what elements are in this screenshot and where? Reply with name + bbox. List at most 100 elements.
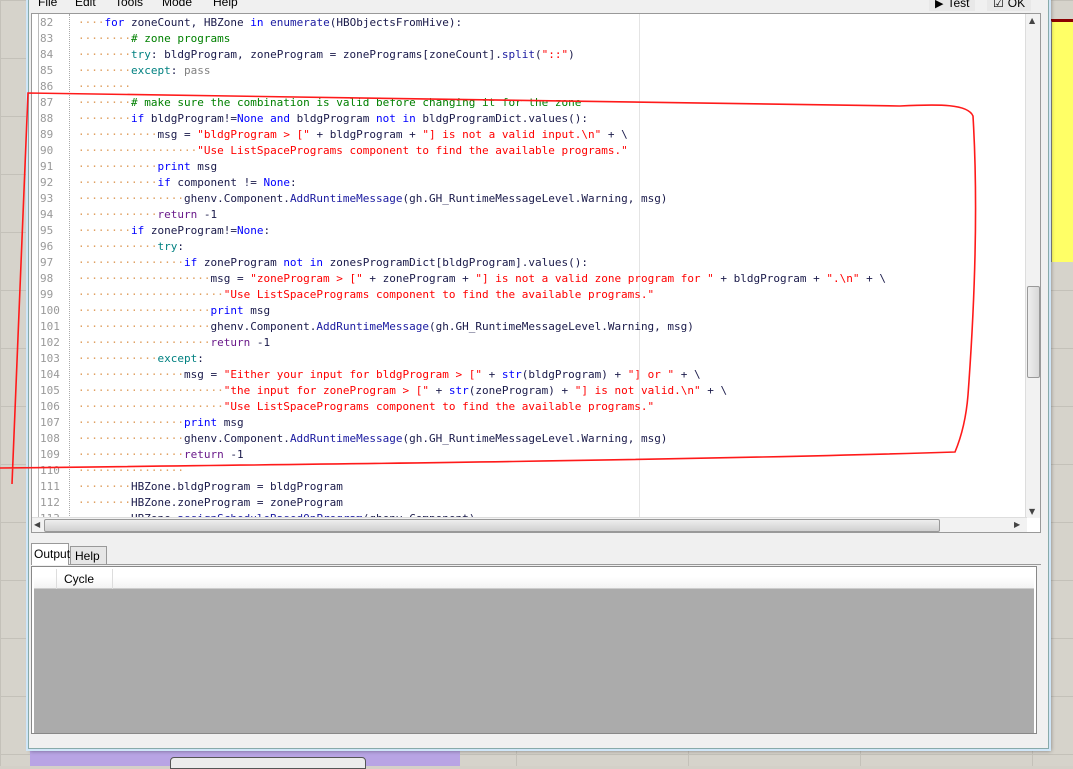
line-number: 97 <box>40 256 54 269</box>
indent-guide: ·················· <box>78 144 198 157</box>
canvas-component[interactable] <box>170 757 366 769</box>
line-number: 101 <box>40 320 60 333</box>
code-token: msg = <box>183 368 224 381</box>
code-token: + bldgProgram + <box>309 128 423 141</box>
code-line[interactable]: 95 ········if zoneProgram!=None: <box>32 223 1027 239</box>
code-editor[interactable]: 82 ····for zoneCount, HBZone in enumerate… <box>31 13 1041 533</box>
code-text: ······················"Use ListSpaceProg… <box>78 287 654 303</box>
line-number: 108 <box>40 432 60 445</box>
code-token: ( <box>534 48 542 61</box>
line-number: 111 <box>40 480 60 493</box>
code-line[interactable]: 99 ······················"Use ListSpacePr… <box>32 287 1027 303</box>
code-token: bldgProgram!= <box>144 112 237 125</box>
code-text: ········if zoneProgram!=None: <box>78 223 270 239</box>
code-line[interactable]: 92 ············if component != None: <box>32 175 1027 191</box>
code-line[interactable]: 83 ········# zone programs <box>32 31 1027 47</box>
code-text: ··················"Use ListSpacePrograms… <box>78 143 628 159</box>
line-number: 96 <box>40 240 54 253</box>
code-line[interactable]: 105 ······················"the input for … <box>32 383 1027 399</box>
code-token: + <box>429 384 449 397</box>
code-token: if <box>130 112 145 125</box>
code-line[interactable]: 84 ········try: bldgProgram, zoneProgram … <box>32 47 1027 63</box>
code-line[interactable]: 94 ············return -1 <box>32 207 1027 223</box>
code-token: # zone programs <box>130 32 231 45</box>
menu-file[interactable]: File <box>38 0 57 9</box>
horizontal-scrollbar[interactable]: ◀ ▶ <box>32 517 1027 532</box>
code-line[interactable]: 87 ········# make sure the combination is… <box>32 95 1027 111</box>
code-line[interactable]: 88 ········if bldgProgram!=None and bldgP… <box>32 111 1027 127</box>
indent-guide: ···················· <box>78 336 211 349</box>
code-line[interactable]: 112 ········HBZone.zoneProgram = zoneProg… <box>32 495 1027 511</box>
code-lines[interactable]: 82 ····for zoneCount, HBZone in enumerate… <box>32 15 1027 518</box>
vertical-scroll-thumb[interactable] <box>1027 286 1040 378</box>
line-number: 88 <box>40 112 54 125</box>
code-token: print <box>183 416 218 429</box>
scroll-right-icon[interactable]: ▶ <box>1014 520 1020 529</box>
code-token: : <box>263 224 271 237</box>
test-button[interactable]: ▶ Test <box>929 0 976 11</box>
code-text: ········HBZone.zoneProgram = zoneProgram <box>78 495 343 511</box>
code-token: except <box>130 64 171 77</box>
column-header-cycle[interactable]: Cycle <box>57 569 113 589</box>
code-token: + zoneProgram + <box>362 272 476 285</box>
code-token: print <box>157 160 191 173</box>
code-text: ········# zone programs <box>78 31 230 47</box>
code-line[interactable]: 86 ········ <box>32 79 1027 95</box>
code-line[interactable]: 82 ····for zoneCount, HBZone in enumerate… <box>32 15 1027 31</box>
code-line[interactable]: 98 ····················msg = "zoneProgram… <box>32 271 1027 287</box>
bottom-tabs: Output Help <box>31 543 1041 565</box>
tab-help[interactable]: Help <box>70 546 107 565</box>
code-line[interactable]: 102 ····················return -1 <box>32 335 1027 351</box>
code-line[interactable]: 110 ················ <box>32 463 1027 479</box>
line-number: 89 <box>40 128 54 141</box>
code-text: ················ghenv.Component.AddRunti… <box>78 191 667 207</box>
line-number: 93 <box>40 192 54 205</box>
menu-tools[interactable]: Tools <box>115 0 143 9</box>
indent-guide: ················ <box>78 432 184 445</box>
code-text: ····for zoneCount, HBZone in enumerate(H… <box>78 15 462 31</box>
code-token: return <box>157 208 198 221</box>
code-line[interactable]: 111 ········HBZone.bldgProgram = bldgProg… <box>32 479 1027 495</box>
code-line[interactable]: 103 ············except: <box>32 351 1027 367</box>
menu-edit[interactable]: Edit <box>75 0 96 9</box>
line-number: 84 <box>40 48 54 61</box>
canvas-component-panel[interactable] <box>1050 19 1073 262</box>
scroll-left-icon[interactable]: ◀ <box>34 520 40 529</box>
scroll-down-icon[interactable]: ▼ <box>1029 507 1035 516</box>
line-number: 83 <box>40 32 54 45</box>
code-token: "Use ListSpacePrograms component to find… <box>223 400 655 413</box>
code-line[interactable]: 96 ············try: <box>32 239 1027 255</box>
horizontal-scroll-thumb[interactable] <box>44 519 940 532</box>
code-line[interactable]: 89 ············msg = "bldgProgram > [" + … <box>32 127 1027 143</box>
menu-mode[interactable]: Mode <box>162 0 192 9</box>
code-line[interactable]: 91 ············print msg <box>32 159 1027 175</box>
code-text: ········ <box>78 79 131 95</box>
code-token: "] is not a valid input.\n" <box>422 128 602 141</box>
vertical-scrollbar[interactable]: ▲ ▼ <box>1025 14 1040 518</box>
code-token: "bldgProgram > [" <box>197 128 310 141</box>
indent-guide: ········ <box>78 224 131 237</box>
code-line[interactable]: 97 ················if zoneProgram not in … <box>32 255 1027 271</box>
code-line[interactable]: 93 ················ghenv.Component.AddRun… <box>32 191 1027 207</box>
code-line[interactable]: 101 ····················ghenv.Component.A… <box>32 319 1027 335</box>
scroll-up-icon[interactable]: ▲ <box>1029 16 1035 25</box>
code-line[interactable]: 107 ················print msg <box>32 415 1027 431</box>
code-line[interactable]: 85 ········except: pass <box>32 63 1027 79</box>
code-token: zoneCount, HBZone <box>124 16 251 29</box>
code-line[interactable]: 106 ······················"Use ListSpaceP… <box>32 399 1027 415</box>
ok-button[interactable]: ☑ OK <box>987 0 1032 11</box>
menu-help[interactable]: Help <box>213 0 238 9</box>
code-line[interactable]: 108 ················ghenv.Component.AddRu… <box>32 431 1027 447</box>
line-number: 103 <box>40 352 60 365</box>
code-token: zoneProgram!= <box>144 224 237 237</box>
code-text: ······················"the input for zon… <box>78 383 727 399</box>
code-token: bldgProgram <box>289 112 377 125</box>
code-token: msg = <box>210 272 251 285</box>
tab-output[interactable]: Output <box>31 543 70 565</box>
code-line[interactable]: 109 ················return -1 <box>32 447 1027 463</box>
code-token: bldgProgramDict.values(): <box>415 112 588 125</box>
code-line[interactable]: 104 ················msg = "Either your in… <box>32 367 1027 383</box>
indent-guide: ········ <box>78 480 131 493</box>
code-line[interactable]: 100 ····················print msg <box>32 303 1027 319</box>
code-line[interactable]: 90 ··················"Use ListSpaceProgra… <box>32 143 1027 159</box>
